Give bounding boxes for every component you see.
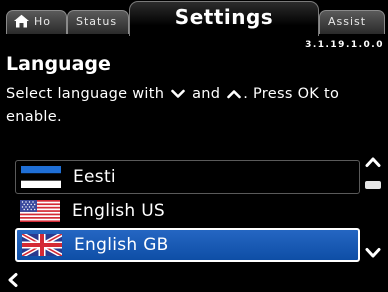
house-icon (14, 14, 29, 27)
list-item-eesti[interactable]: Eesti (15, 160, 360, 194)
tab-settings[interactable]: Settings (129, 1, 319, 36)
list-item-english-us[interactable]: English US (15, 194, 360, 228)
scroll-up-icon[interactable] (364, 155, 382, 169)
uk-flag-icon (22, 234, 62, 256)
chevron-down-icon (171, 89, 185, 98)
tab-status-label: Status (76, 15, 118, 28)
page-title: Language (6, 53, 111, 75)
tab-bar: Ho Status Settings Assist (0, 0, 388, 36)
tab-status[interactable]: Status (67, 10, 129, 34)
tab-home-label: Ho (34, 15, 52, 28)
instruction-part-2: and (192, 86, 221, 102)
tab-home[interactable]: Ho (6, 10, 67, 34)
instruction-part-1: Select language with (6, 86, 165, 102)
estonia-flag-icon (21, 166, 61, 188)
tab-settings-label: Settings (174, 5, 274, 29)
list-item-english-gb[interactable]: English GB (15, 228, 360, 262)
settings-screen: Ho Status Settings Assist 3.1.19.1.0.0 L… (0, 0, 388, 292)
chevron-up-icon (227, 90, 241, 99)
list-item-label: English US (72, 201, 166, 221)
back-chevron-icon[interactable] (6, 272, 20, 288)
scroll-down-icon[interactable] (364, 246, 382, 260)
us-flag-icon (20, 200, 60, 222)
list-item-label: English GB (74, 235, 169, 255)
list-item-label: Eesti (73, 167, 116, 187)
instruction-text: Select language with and . Press OK to e… (6, 83, 376, 129)
scrollbar-thumb[interactable] (365, 181, 381, 189)
language-list: Eesti English US English GB (15, 157, 360, 262)
tab-assist-label: Assist (328, 15, 367, 28)
version-label: 3.1.19.1.0.0 (305, 40, 384, 50)
tab-assist[interactable]: Assist (319, 10, 385, 34)
